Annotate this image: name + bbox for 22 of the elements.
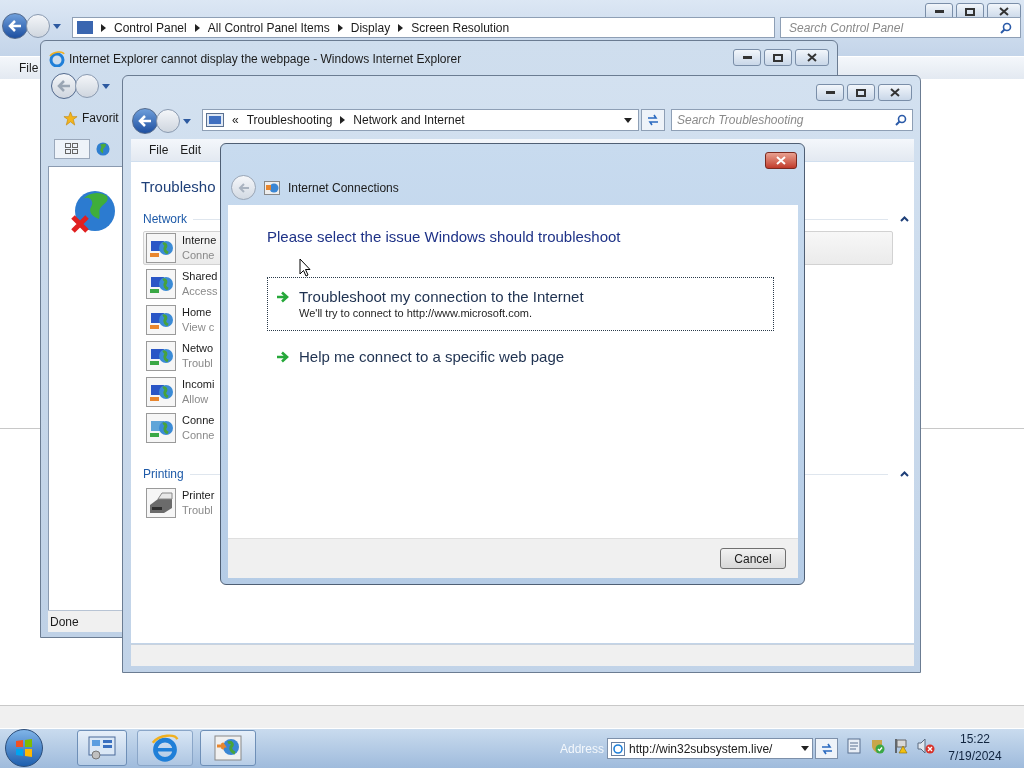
item-title: Conne: [182, 413, 215, 428]
item-subtitle: Conne: [182, 248, 216, 263]
dialog-prompt: Please select the issue Windows should troubleshoot: [267, 227, 622, 247]
status-text: Done: [50, 613, 79, 631]
item-title: Netwo: [182, 341, 214, 356]
page-heading: Troublesho: [141, 177, 216, 197]
item-title: Shared: [182, 269, 218, 284]
item-subtitle: View c: [182, 320, 215, 335]
window-title: Internet Explorer cannot display the webpage - Windows Internet Explorer: [69, 51, 462, 68]
item-subtitle: Troubl: [182, 356, 214, 371]
section-header: Network: [143, 211, 187, 228]
dialog-title: Internet Connections: [288, 179, 399, 197]
section-header: Printing: [143, 466, 184, 483]
item-title: Incomi: [182, 377, 215, 392]
item-title: Interne: [182, 233, 217, 248]
toolbar-label: Address: [560, 741, 605, 758]
item-title: Printer: [182, 488, 215, 503]
item-title: Home: [182, 305, 213, 320]
item-subtitle: Access: [182, 284, 218, 299]
item-subtitle: Allow: [182, 392, 210, 407]
item-subtitle: Conne: [182, 428, 215, 443]
item-subtitle: Troubl: [182, 503, 214, 518]
